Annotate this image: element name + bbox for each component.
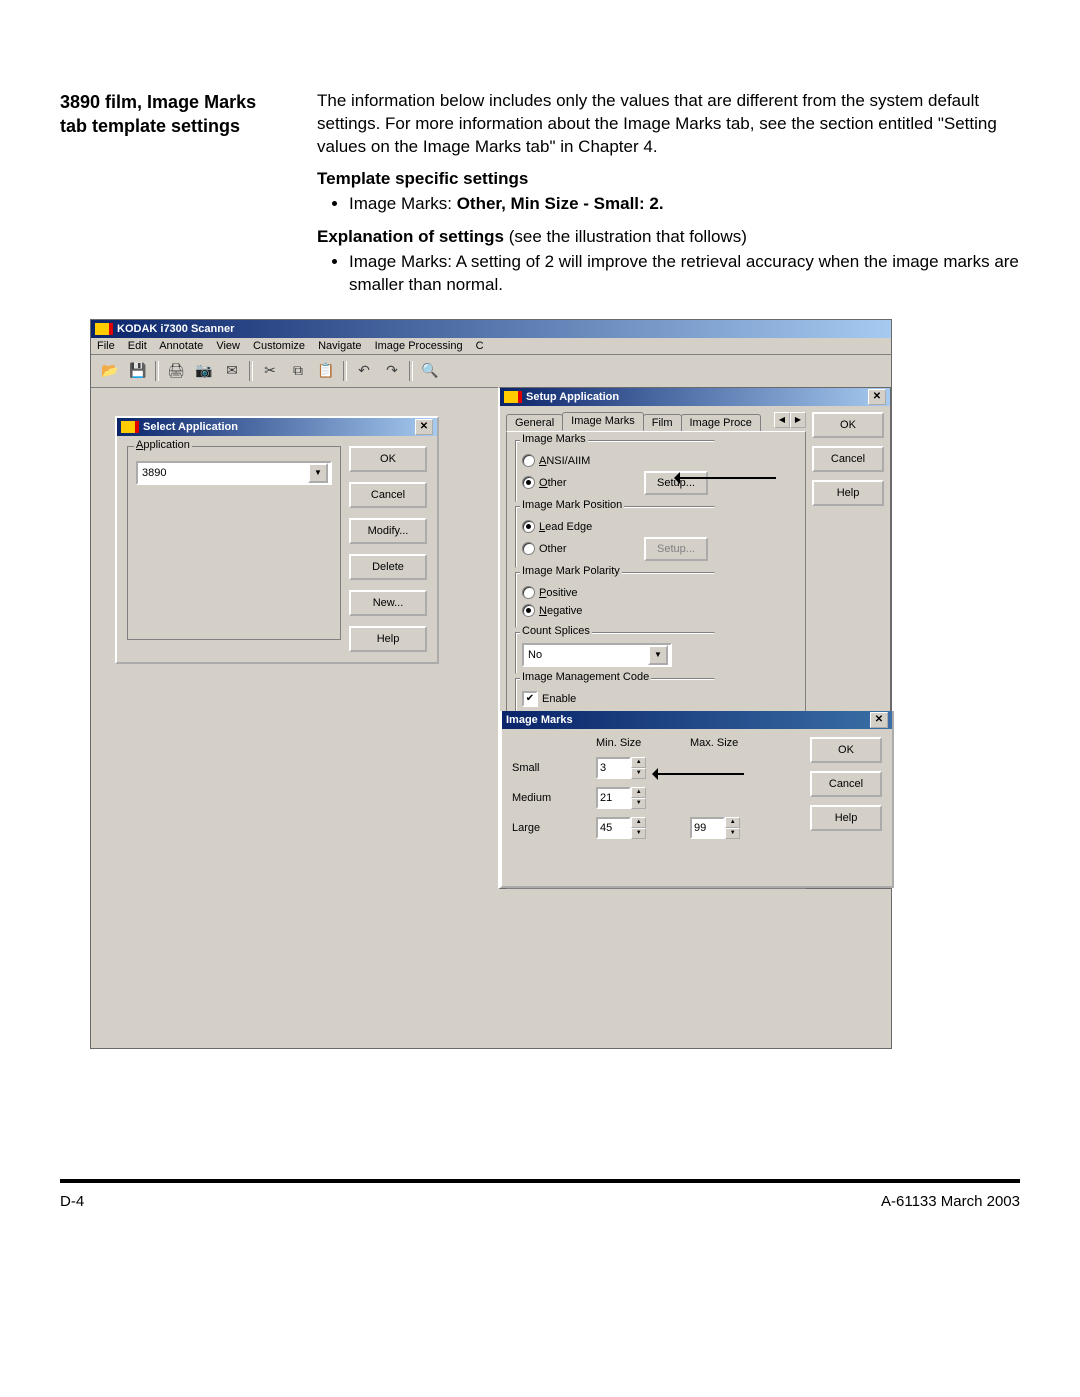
ok-button[interactable]: OK [812,412,884,438]
position-legend: Image Mark Position [520,499,624,511]
row-medium-label: Medium [512,792,572,804]
scan-icon[interactable]: 📷 [191,359,217,383]
zoom-icon[interactable]: 🔍 [417,359,443,383]
chevron-down-icon[interactable]: ▼ [308,463,328,483]
radio-other[interactable]: Other [522,475,567,491]
medium-min-spinner[interactable]: 21 ▲▼ [596,787,646,809]
delete-button[interactable]: Delete [349,554,427,580]
menu-file[interactable]: File [97,340,115,352]
toolbar: 📂 💾 🖨 📷 ✉ ✂ ⧉ 📋 ↶ ↷ 🔍 [91,355,891,388]
arrow-annotation [676,477,776,479]
kodak-icon [121,421,139,433]
modify-button[interactable]: Modify... [349,518,427,544]
large-min-spinner[interactable]: 45 ▲▼ [596,817,646,839]
radio-negative[interactable]: Negative [522,603,708,619]
menubar: File Edit Annotate View Customize Naviga… [91,338,891,355]
tab-film[interactable]: Film [643,414,682,431]
intro-paragraph: The information below includes only the … [317,90,1020,159]
tab-image-proce[interactable]: Image Proce [681,414,761,431]
copy-icon[interactable]: ⧉ [285,359,311,383]
radio-pos-other[interactable]: Other [522,541,567,557]
tab-general[interactable]: General [506,414,563,431]
setup-button-disabled: Setup... [644,537,708,561]
image-marks-dialog: Image Marks ✕ Min. Size Max. Size Small … [500,711,894,888]
row-large-label: Large [512,822,572,834]
paste-icon[interactable]: 📋 [313,359,339,383]
open-icon[interactable]: 📂 [97,359,123,383]
undo-icon[interactable]: ↶ [351,359,377,383]
kodak-icon [95,323,113,335]
kodak-icon [504,391,522,403]
help-button[interactable]: Help [812,480,884,506]
col-max-size: Max. Size [690,737,760,749]
mgmt-code-legend: Image Management Code [520,671,651,683]
menu-navigate[interactable]: Navigate [318,340,361,352]
footer-page: D-4 [60,1193,84,1210]
select-application-dialog: Select Application ✕ Application 3890 ▼ [115,416,439,664]
small-min-spinner[interactable]: 3 ▲▼ [596,757,646,779]
radio-positive[interactable]: Positive [522,585,708,601]
document-page: 3890 film, Image Marks tab template sett… [0,0,1080,1240]
main-window: KODAK i7300 Scanner File Edit Annotate V… [90,319,892,1049]
email-icon[interactable]: ✉ [219,359,245,383]
tab-scroll-left-icon[interactable]: ◀ [774,412,790,428]
ok-button[interactable]: OK [349,446,427,472]
radio-ansi[interactable]: ANSI/AIIM [522,453,708,469]
close-icon[interactable]: ✕ [870,712,888,728]
cut-icon[interactable]: ✂ [257,359,283,383]
save-icon[interactable]: 💾 [125,359,151,383]
ok-button[interactable]: OK [810,737,882,763]
help-button[interactable]: Help [810,805,882,831]
tab-image-marks[interactable]: Image Marks [562,412,644,431]
chevron-down-icon[interactable]: ▼ [648,645,668,665]
setup-app-title: Setup Application [526,391,619,403]
bullet-image-marks-setting: Image Marks: Other, Min Size - Small: 2. [349,193,1020,216]
polarity-legend: Image Mark Polarity [520,565,622,577]
application-combo[interactable]: 3890 ▼ [136,461,332,485]
arrow-annotation [654,773,744,775]
menu-imageproc[interactable]: Image Processing [375,340,463,352]
image-marks-title: Image Marks [506,714,573,726]
cancel-button[interactable]: Cancel [812,446,884,472]
large-max-spinner[interactable]: 99 ▲▼ [690,817,740,839]
menu-annotate[interactable]: Annotate [159,340,203,352]
image-marks-legend: Image Marks [520,433,588,445]
close-icon[interactable]: ✕ [415,419,433,435]
menu-customize[interactable]: Customize [253,340,305,352]
cancel-button[interactable]: Cancel [810,771,882,797]
close-icon[interactable]: ✕ [868,389,886,405]
menu-edit[interactable]: Edit [128,340,147,352]
select-app-title: Select Application [143,421,238,433]
col-min-size: Min. Size [596,737,666,749]
footer-rule [60,1179,1020,1183]
application-legend: Application [134,439,192,451]
menu-cutoff[interactable]: C [476,340,484,352]
count-splices-combo[interactable]: No ▼ [522,643,672,667]
footer-doc-id: A-61133 March 2003 [881,1193,1020,1210]
menu-view[interactable]: View [216,340,240,352]
radio-lead-edge[interactable]: Lead Edge [522,519,708,535]
main-window-titlebar: KODAK i7300 Scanner [91,320,891,338]
main-window-title: KODAK i7300 Scanner [117,323,234,335]
bullet-explanation: Image Marks: A setting of 2 will improve… [349,251,1020,297]
redo-icon[interactable]: ↷ [379,359,405,383]
screenshot-mock: KODAK i7300 Scanner File Edit Annotate V… [90,319,910,1049]
help-button[interactable]: Help [349,626,427,652]
check-enable[interactable]: ✔Enable [522,691,708,707]
row-small-label: Small [512,762,572,774]
tab-scroll-right-icon[interactable]: ▶ [790,412,806,428]
setup-application-dialog: Setup Application ✕ General Image Marks … [498,387,891,889]
count-splices-legend: Count Splices [520,625,592,637]
explanation-line: Explanation of settings (see the illustr… [317,226,1020,249]
cancel-button[interactable]: Cancel [349,482,427,508]
print-icon[interactable]: 🖨 [163,359,189,383]
new-button[interactable]: New... [349,590,427,616]
template-subheading: Template specific settings [317,169,1020,189]
section-heading: 3890 film, Image Marks tab template sett… [60,90,285,139]
